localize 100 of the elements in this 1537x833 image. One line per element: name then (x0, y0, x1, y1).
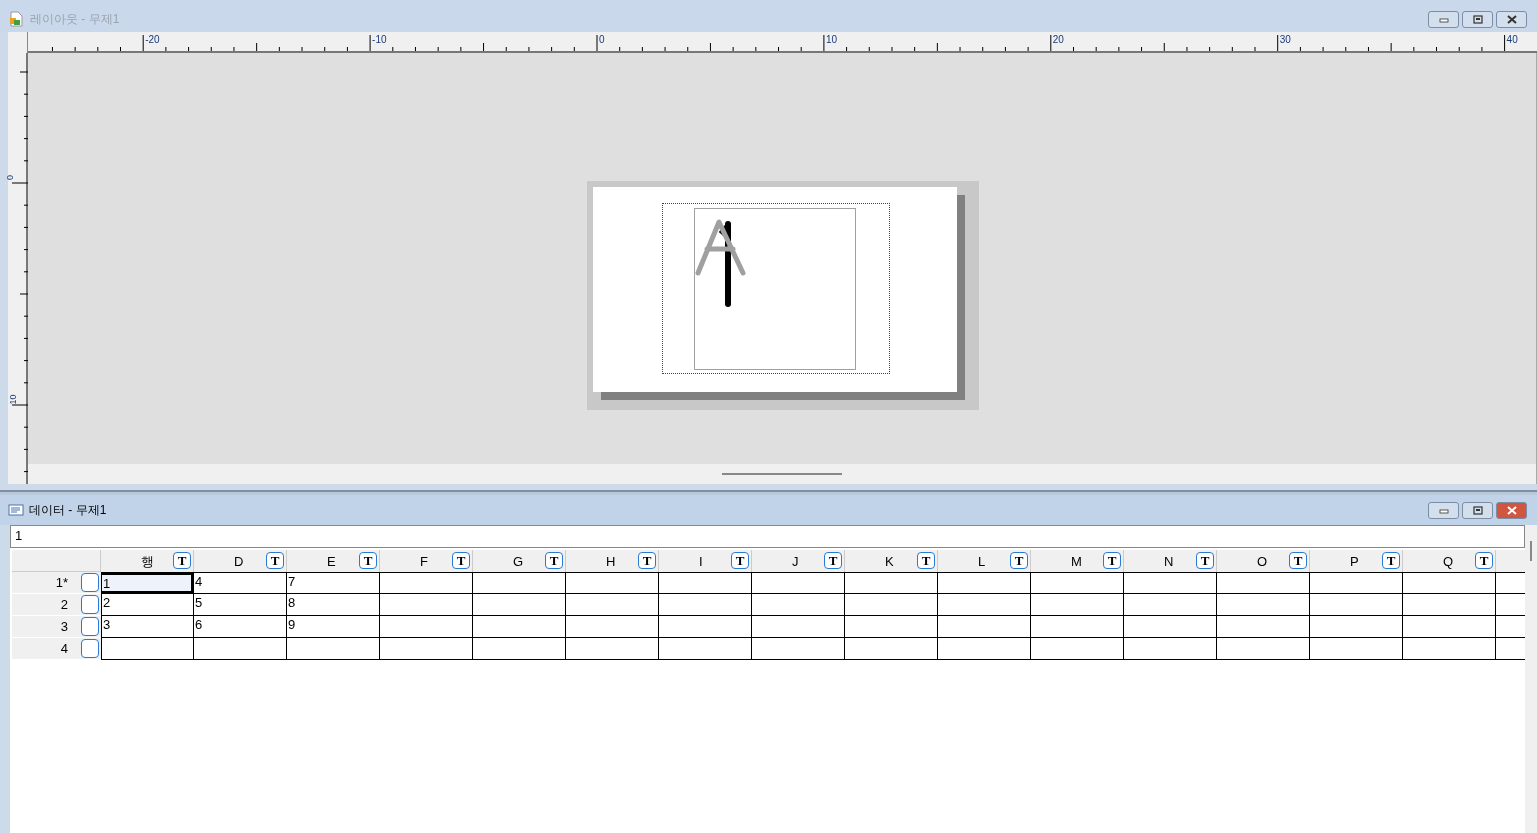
table-cell[interactable] (473, 572, 566, 594)
column-header[interactable]: D T (194, 550, 287, 572)
table-cell[interactable] (1217, 594, 1310, 616)
type-button[interactable]: T (824, 552, 842, 569)
type-button[interactable]: T (1196, 552, 1214, 569)
type-button[interactable]: T (917, 552, 935, 569)
maximize-button[interactable] (1462, 501, 1493, 519)
row-checkbox[interactable] (81, 639, 99, 658)
column-header[interactable]: I T (659, 550, 752, 572)
close-button[interactable] (1496, 10, 1527, 28)
table-cell[interactable] (659, 594, 752, 616)
type-button[interactable]: T (731, 552, 749, 569)
table-cell[interactable] (752, 572, 845, 594)
table-cell[interactable] (101, 638, 194, 660)
table-cell[interactable] (380, 616, 473, 638)
table-cell[interactable] (752, 594, 845, 616)
scroll-handle[interactable] (1530, 541, 1532, 561)
table-cell[interactable] (473, 638, 566, 660)
table-cell[interactable]: 5 (194, 594, 287, 616)
table-cell[interactable] (938, 616, 1031, 638)
row-header[interactable]: 3 (12, 616, 101, 638)
table-cell[interactable] (566, 572, 659, 594)
type-button[interactable]: T (1382, 552, 1400, 569)
table-cell[interactable] (752, 638, 845, 660)
table-cell[interactable] (1217, 572, 1310, 594)
column-header[interactable]: O T (1217, 550, 1310, 572)
maximize-button[interactable] (1462, 10, 1493, 28)
table-cell[interactable] (380, 638, 473, 660)
table-cell[interactable] (1031, 616, 1124, 638)
type-button[interactable]: T (266, 552, 284, 569)
table-cell[interactable] (566, 616, 659, 638)
type-button[interactable]: T (452, 552, 470, 569)
type-button[interactable]: T (638, 552, 656, 569)
table-cell[interactable] (1310, 616, 1403, 638)
table-cell[interactable]: 2 (101, 594, 194, 616)
column-header[interactable]: H T (566, 550, 659, 572)
column-header[interactable]: F T (380, 550, 473, 572)
table-cell[interactable] (659, 616, 752, 638)
table-cell[interactable] (473, 616, 566, 638)
type-button[interactable]: T (1103, 552, 1121, 569)
table-cell[interactable] (659, 572, 752, 594)
column-header[interactable]: Q T (1403, 550, 1496, 572)
column-header[interactable]: 행 T (101, 550, 194, 572)
row-header[interactable]: 2 (12, 594, 101, 616)
table-cell[interactable] (566, 638, 659, 660)
table-cell[interactable] (938, 638, 1031, 660)
row-checkbox[interactable] (81, 573, 99, 592)
table-cell[interactable] (1031, 594, 1124, 616)
type-button[interactable]: T (173, 552, 191, 569)
table-cell[interactable] (1124, 638, 1217, 660)
table-cell[interactable] (938, 572, 1031, 594)
table-cell[interactable] (566, 594, 659, 616)
table-cell[interactable] (1403, 594, 1496, 616)
table-cell[interactable] (1403, 638, 1496, 660)
table-cell[interactable] (1031, 638, 1124, 660)
table-cell[interactable] (287, 638, 380, 660)
table-cell[interactable] (473, 594, 566, 616)
table-cell[interactable] (1310, 638, 1403, 660)
table-cell[interactable] (1217, 638, 1310, 660)
type-button[interactable]: T (1475, 552, 1493, 569)
table-cell[interactable]: 8 (287, 594, 380, 616)
column-header[interactable]: K T (845, 550, 938, 572)
table-cell[interactable]: 1 (101, 572, 194, 594)
table-cell[interactable] (845, 594, 938, 616)
entry-field[interactable]: 1 (10, 525, 1525, 548)
table-cell[interactable] (380, 594, 473, 616)
scroll-handle[interactable] (722, 473, 842, 475)
row-checkbox[interactable] (81, 595, 99, 614)
table-cell[interactable] (1124, 572, 1217, 594)
table-cell[interactable] (659, 638, 752, 660)
type-button[interactable]: T (545, 552, 563, 569)
table-cell[interactable] (938, 594, 1031, 616)
table-cell[interactable] (1217, 616, 1310, 638)
column-header[interactable]: E T (287, 550, 380, 572)
table-cell[interactable]: 4 (194, 572, 287, 594)
table-cell[interactable] (1403, 572, 1496, 594)
table-cell[interactable] (1124, 616, 1217, 638)
table-cell[interactable] (752, 616, 845, 638)
row-header[interactable]: 4 (12, 638, 101, 660)
table-cell[interactable] (380, 572, 473, 594)
table-cell[interactable] (1310, 594, 1403, 616)
table-cell[interactable]: 7 (287, 572, 380, 594)
table-cell[interactable]: 6 (194, 616, 287, 638)
row-checkbox[interactable] (81, 617, 99, 636)
column-header[interactable]: G T (473, 550, 566, 572)
column-header[interactable]: N T (1124, 550, 1217, 572)
table-cell[interactable] (845, 572, 938, 594)
table-cell[interactable] (845, 638, 938, 660)
table-cell[interactable] (194, 638, 287, 660)
table-cell[interactable] (845, 616, 938, 638)
type-button[interactable]: T (1289, 552, 1307, 569)
table-cell[interactable] (1310, 572, 1403, 594)
table-cell[interactable] (1124, 594, 1217, 616)
table-cell[interactable] (1031, 572, 1124, 594)
column-header[interactable]: L T (938, 550, 1031, 572)
table-cell[interactable]: 9 (287, 616, 380, 638)
close-button[interactable] (1496, 501, 1527, 519)
row-header[interactable]: 1* (12, 572, 101, 594)
type-button[interactable]: T (1010, 552, 1028, 569)
column-header[interactable]: J T (752, 550, 845, 572)
